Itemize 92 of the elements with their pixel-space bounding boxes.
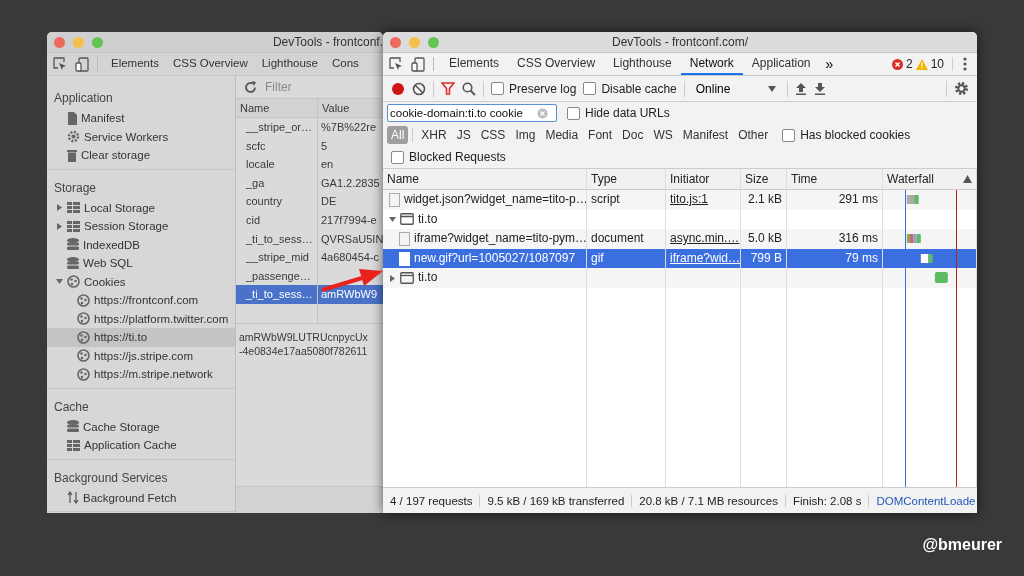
- tab[interactable]: Application: [742, 53, 820, 75]
- column-header[interactable]: Value: [318, 99, 383, 118]
- status-text: Finish: 2.08 s: [786, 494, 870, 507]
- type-filter-button[interactable]: XHR: [417, 126, 451, 144]
- tab[interactable]: Elements: [104, 53, 166, 75]
- checkbox-label: Hide data URLs: [585, 106, 670, 120]
- table-cell[interactable]: __stripe_mid: [236, 248, 318, 267]
- status-text: 4 / 197 requests: [383, 494, 481, 507]
- type-filter-button[interactable]: JS: [452, 126, 475, 144]
- column-header[interactable]: Type: [587, 169, 666, 190]
- section-header: Storage: [53, 179, 98, 197]
- table-cell: 799 B: [741, 248, 787, 269]
- type-filter-button[interactable]: WS: [649, 126, 677, 144]
- table-cell: gif: [587, 248, 666, 269]
- sidebar-item[interactable]: Manifest: [47, 109, 235, 128]
- sidebar-item[interactable]: https://frontconf.com: [47, 291, 235, 310]
- more-tabs-button[interactable]: »: [819, 53, 840, 75]
- tab[interactable]: Lighthouse: [604, 53, 681, 75]
- sidebar-item[interactable]: https://js.stripe.com: [47, 346, 235, 365]
- type-filter-button[interactable]: Img: [511, 126, 540, 144]
- sidebar-item[interactable]: Cookies: [47, 272, 235, 291]
- sidebar-item[interactable]: Background Fetch: [47, 488, 235, 507]
- table-cell[interactable]: _ti_to_sess…: [236, 229, 318, 249]
- section-header: Background Services: [53, 469, 169, 487]
- sidebar-item[interactable]: Web SQL: [47, 254, 235, 273]
- status-text: 20.8 kB / 7.1 MB resources: [632, 494, 786, 507]
- type-filter-button[interactable]: CSS: [476, 126, 510, 144]
- table-cell[interactable]: cid: [236, 210, 318, 230]
- sidebar-item[interactable]: https://platform.twitter.com: [47, 309, 235, 328]
- column-header[interactable]: Waterfall: [883, 169, 977, 190]
- warning-count: 10: [930, 57, 944, 71]
- type-filter-button[interactable]: Other: [734, 126, 773, 144]
- table-cell: 2.1 kB: [741, 190, 787, 210]
- table-cell[interactable]: new.gif?url=1005027/1087097: [383, 248, 587, 269]
- table-cell[interactable]: locale: [236, 155, 318, 174]
- sidebar-item[interactable]: Session Storage: [47, 217, 235, 236]
- sidebar-item[interactable]: Service Workers: [47, 127, 235, 146]
- tab[interactable]: CSS Overview: [165, 53, 255, 75]
- section-header: Application: [53, 90, 114, 107]
- checkbox-label: Blocked Requests: [409, 150, 506, 164]
- tab[interactable]: CSS Overview: [508, 53, 605, 75]
- type-filter-button[interactable]: Font: [584, 126, 617, 144]
- initiator-link[interactable]: tito.js:1: [670, 190, 708, 210]
- section-header: Cache: [53, 398, 90, 416]
- column-header[interactable]: Size: [741, 169, 787, 190]
- type-filter-button[interactable]: Doc: [618, 126, 648, 144]
- table-cell: 5.0 kB: [741, 229, 787, 249]
- column-header[interactable]: Name: [383, 169, 587, 190]
- column-header[interactable]: Name: [236, 99, 318, 118]
- table-cell[interactable]: ti.to: [383, 268, 587, 288]
- sidebar-item[interactable]: https://m.stripe.network: [47, 365, 235, 384]
- window-title: DevTools - frontconf.: [272, 35, 383, 49]
- sidebar-item[interactable]: Cache Storage: [47, 417, 235, 436]
- checkbox-label: Disable cache: [601, 81, 677, 96]
- sidebar-item[interactable]: Clear storage: [47, 146, 235, 165]
- table-cell[interactable]: _ga: [236, 173, 318, 193]
- filter-field[interactable]: Filter: [265, 80, 365, 94]
- column-header[interactable]: Initiator: [666, 169, 741, 190]
- initiator-link[interactable]: iframe?wid…: [670, 248, 740, 269]
- checkbox-label: Preserve log: [509, 81, 577, 96]
- error-count: 2: [905, 57, 913, 71]
- throttling-dropdown[interactable]: Online: [691, 81, 780, 96]
- table-cell: 79 ms: [787, 248, 883, 269]
- sidebar-item[interactable]: Application Cache: [47, 436, 235, 455]
- type-filter-button[interactable]: Media: [541, 126, 583, 144]
- table-cell: script: [587, 190, 666, 210]
- filter-input[interactable]: cookie-domain:ti.to cookie: [387, 104, 557, 122]
- column-header[interactable]: Time: [787, 169, 883, 190]
- tab[interactable]: Network: [680, 53, 743, 75]
- initiator-link[interactable]: async.min.…: [670, 229, 740, 249]
- table-cell[interactable]: _ti_to_sess…: [236, 285, 318, 304]
- table-cell[interactable]: iframe?widget_name=tito-pym…: [383, 229, 587, 249]
- table-cell: 291 ms: [787, 190, 883, 210]
- sidebar-item[interactable]: https://ti.to: [47, 328, 235, 347]
- tab[interactable]: Cons: [325, 53, 366, 75]
- sidebar-item[interactable]: Local Storage: [47, 198, 235, 217]
- table-cell[interactable]: country: [236, 192, 318, 211]
- table-cell[interactable]: __stripe_or…: [236, 118, 318, 137]
- author-handle: @bmeurer: [922, 536, 1002, 554]
- status-text: DOMContentLoade: [875, 494, 976, 507]
- tab[interactable]: Elements: [440, 53, 509, 75]
- tab[interactable]: Lighthouse: [254, 53, 325, 75]
- checkbox-label: Has blocked cookies: [800, 128, 911, 142]
- table-cell[interactable]: amRWbW9: [318, 285, 383, 304]
- sidebar-item[interactable]: IndexedDB: [47, 235, 235, 254]
- status-text: 9.5 kB / 169 kB transferred: [480, 494, 633, 507]
- window-title: DevTools - frontconf.com/: [611, 35, 749, 49]
- table-cell: 316 ms: [787, 229, 883, 249]
- type-filter-button[interactable]: Manifest: [678, 126, 733, 144]
- table-cell[interactable]: scfc: [236, 136, 318, 156]
- table-cell[interactable]: widget.json?widget_name=tito-p…: [383, 190, 587, 210]
- table-cell: document: [587, 229, 666, 249]
